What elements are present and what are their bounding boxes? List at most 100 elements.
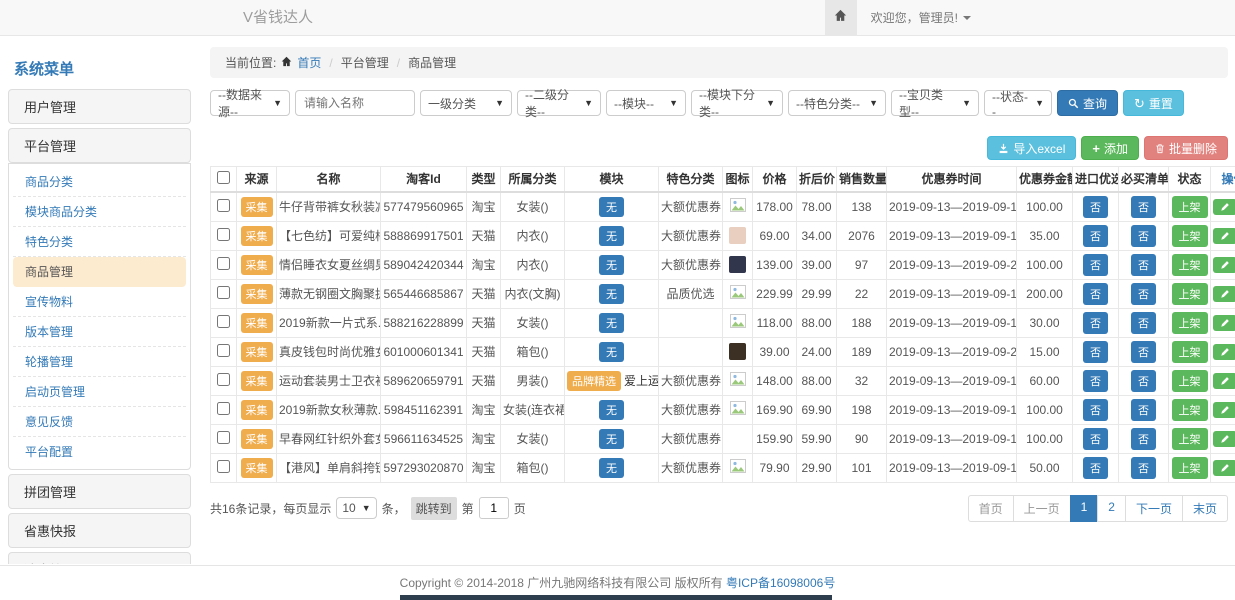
status-button[interactable]: 上架 — [1172, 312, 1208, 334]
home-nav-button[interactable] — [825, 0, 857, 35]
import-select-toggle[interactable]: 否 — [1083, 341, 1108, 363]
import-select-toggle[interactable]: 否 — [1083, 428, 1108, 450]
import-select-toggle[interactable]: 否 — [1083, 370, 1108, 392]
search-button[interactable]: 查询 — [1057, 90, 1118, 116]
edit-button[interactable] — [1213, 286, 1235, 302]
filter-select[interactable]: --模块--▼ — [606, 90, 686, 116]
must-buy-toggle[interactable]: 否 — [1131, 312, 1156, 334]
filter-select[interactable]: 一级分类▼ — [420, 90, 512, 116]
pager-item[interactable]: 首页 — [968, 495, 1014, 522]
pager-item[interactable]: 1 — [1070, 495, 1099, 522]
row-checkbox[interactable] — [217, 373, 230, 386]
import-select-toggle[interactable]: 否 — [1083, 283, 1108, 305]
user-menu[interactable]: 欢迎您，管理员! — [857, 0, 985, 35]
sidebar-subitem[interactable]: 商品分类 — [13, 167, 186, 197]
edit-button[interactable] — [1213, 257, 1235, 273]
status-button[interactable]: 上架 — [1172, 283, 1208, 305]
status-button[interactable]: 上架 — [1172, 196, 1208, 218]
edit-button[interactable] — [1213, 228, 1235, 244]
filter-select[interactable]: --数据来源--▼ — [210, 90, 290, 116]
import-select-toggle[interactable]: 否 — [1083, 225, 1108, 247]
must-buy-toggle[interactable]: 否 — [1131, 341, 1156, 363]
must-buy-toggle[interactable]: 否 — [1131, 225, 1156, 247]
status-button[interactable]: 上架 — [1172, 399, 1208, 421]
row-checkbox[interactable] — [217, 402, 230, 415]
sidebar-subitem[interactable]: 轮播管理 — [13, 347, 186, 377]
sidebar-subitem[interactable]: 特色分类 — [13, 227, 186, 257]
sidebar-subitem[interactable]: 商品管理 — [13, 257, 186, 287]
must-buy-toggle[interactable]: 否 — [1131, 457, 1156, 479]
icp-link[interactable]: 粤ICP备16098006号 — [726, 576, 835, 590]
pager-item[interactable]: 末页 — [1182, 495, 1228, 522]
product-name: 牛仔背带裤女秋装减龄... — [277, 192, 381, 222]
status-button[interactable]: 上架 — [1172, 457, 1208, 479]
must-buy-toggle[interactable]: 否 — [1131, 428, 1156, 450]
sidebar-group[interactable]: 消息管理 — [8, 552, 191, 564]
add-button[interactable]: + 添加 — [1081, 136, 1139, 160]
import-select-toggle[interactable]: 否 — [1083, 312, 1108, 334]
per-page-select[interactable]: 10▼ — [336, 497, 376, 519]
status-button[interactable]: 上架 — [1172, 254, 1208, 276]
status-button[interactable]: 上架 — [1172, 370, 1208, 392]
breadcrumb-home-link[interactable]: 首页 — [297, 54, 321, 71]
status-button[interactable]: 上架 — [1172, 341, 1208, 363]
edit-button[interactable] — [1213, 402, 1235, 418]
row-checkbox[interactable] — [217, 344, 230, 357]
row-checkbox[interactable] — [217, 257, 230, 270]
product-name: 【七色纺】可爱纯棉家... — [277, 221, 381, 250]
status-button[interactable]: 上架 — [1172, 225, 1208, 247]
import-excel-button[interactable]: 导入excel — [987, 136, 1076, 160]
page-number-input[interactable] — [479, 497, 509, 519]
chevron-down-icon: ▼ — [962, 98, 971, 108]
import-select-toggle[interactable]: 否 — [1083, 196, 1108, 218]
edit-button[interactable] — [1213, 315, 1235, 331]
jump-button[interactable]: 跳转到 — [411, 497, 457, 520]
sidebar-group[interactable]: 省惠快报 — [8, 513, 191, 548]
filter-select[interactable]: --二级分类--▼ — [517, 90, 601, 116]
edit-button[interactable] — [1213, 460, 1235, 476]
icon-cell — [723, 337, 753, 366]
filter-select[interactable]: --模块下分类--▼ — [691, 90, 783, 116]
import-select-toggle[interactable]: 否 — [1083, 457, 1108, 479]
sidebar-subitem[interactable]: 模块商品分类 — [13, 197, 186, 227]
edit-button[interactable] — [1213, 344, 1235, 360]
edit-button[interactable] — [1213, 431, 1235, 447]
sidebar-group[interactable]: 用户管理 — [8, 89, 191, 124]
name-search-input[interactable] — [295, 90, 415, 116]
row-checkbox[interactable] — [217, 286, 230, 299]
status-button[interactable]: 上架 — [1172, 428, 1208, 450]
filter-select[interactable]: --特色分类--▼ — [788, 90, 886, 116]
sidebar-group[interactable]: 平台管理 — [8, 128, 191, 163]
pager-item[interactable]: 上一页 — [1013, 495, 1071, 522]
row-checkbox[interactable] — [217, 460, 230, 473]
must-buy-toggle[interactable]: 否 — [1131, 399, 1156, 421]
must-buy-toggle[interactable]: 否 — [1131, 254, 1156, 276]
pager-item[interactable]: 下一页 — [1125, 495, 1183, 522]
pager-item[interactable]: 2 — [1097, 495, 1126, 522]
edit-button[interactable] — [1213, 199, 1235, 215]
row-checkbox[interactable] — [217, 315, 230, 328]
reset-button[interactable]: ↻ 重置 — [1123, 90, 1184, 116]
sidebar-subitem[interactable]: 启动页管理 — [13, 377, 186, 407]
import-select-toggle[interactable]: 否 — [1083, 254, 1108, 276]
sidebar-subitem[interactable]: 意见反馈 — [13, 407, 186, 437]
sidebar-subitem[interactable]: 平台配置 — [13, 437, 186, 466]
edit-button[interactable] — [1213, 373, 1235, 389]
sidebar-group[interactable]: 拼团管理 — [8, 474, 191, 509]
filter-select[interactable]: --状态--▼ — [984, 90, 1052, 116]
batch-delete-button[interactable]: 批量删除 — [1144, 136, 1228, 160]
row-checkbox[interactable] — [217, 228, 230, 241]
source-badge: 采集 — [241, 226, 273, 246]
sidebar-subitem[interactable]: 宣传物料 — [13, 287, 186, 317]
chevron-down-icon: ▼ — [362, 503, 371, 513]
select-all-checkbox[interactable] — [217, 171, 230, 184]
row-checkbox[interactable] — [217, 431, 230, 444]
must-buy-toggle[interactable]: 否 — [1131, 370, 1156, 392]
import-select-toggle[interactable]: 否 — [1083, 399, 1108, 421]
feature-category: 大额优惠券 — [659, 221, 723, 250]
must-buy-toggle[interactable]: 否 — [1131, 196, 1156, 218]
must-buy-toggle[interactable]: 否 — [1131, 283, 1156, 305]
sidebar-subitem[interactable]: 版本管理 — [13, 317, 186, 347]
row-checkbox[interactable] — [217, 199, 230, 212]
filter-select[interactable]: --宝贝类型--▼ — [891, 90, 979, 116]
